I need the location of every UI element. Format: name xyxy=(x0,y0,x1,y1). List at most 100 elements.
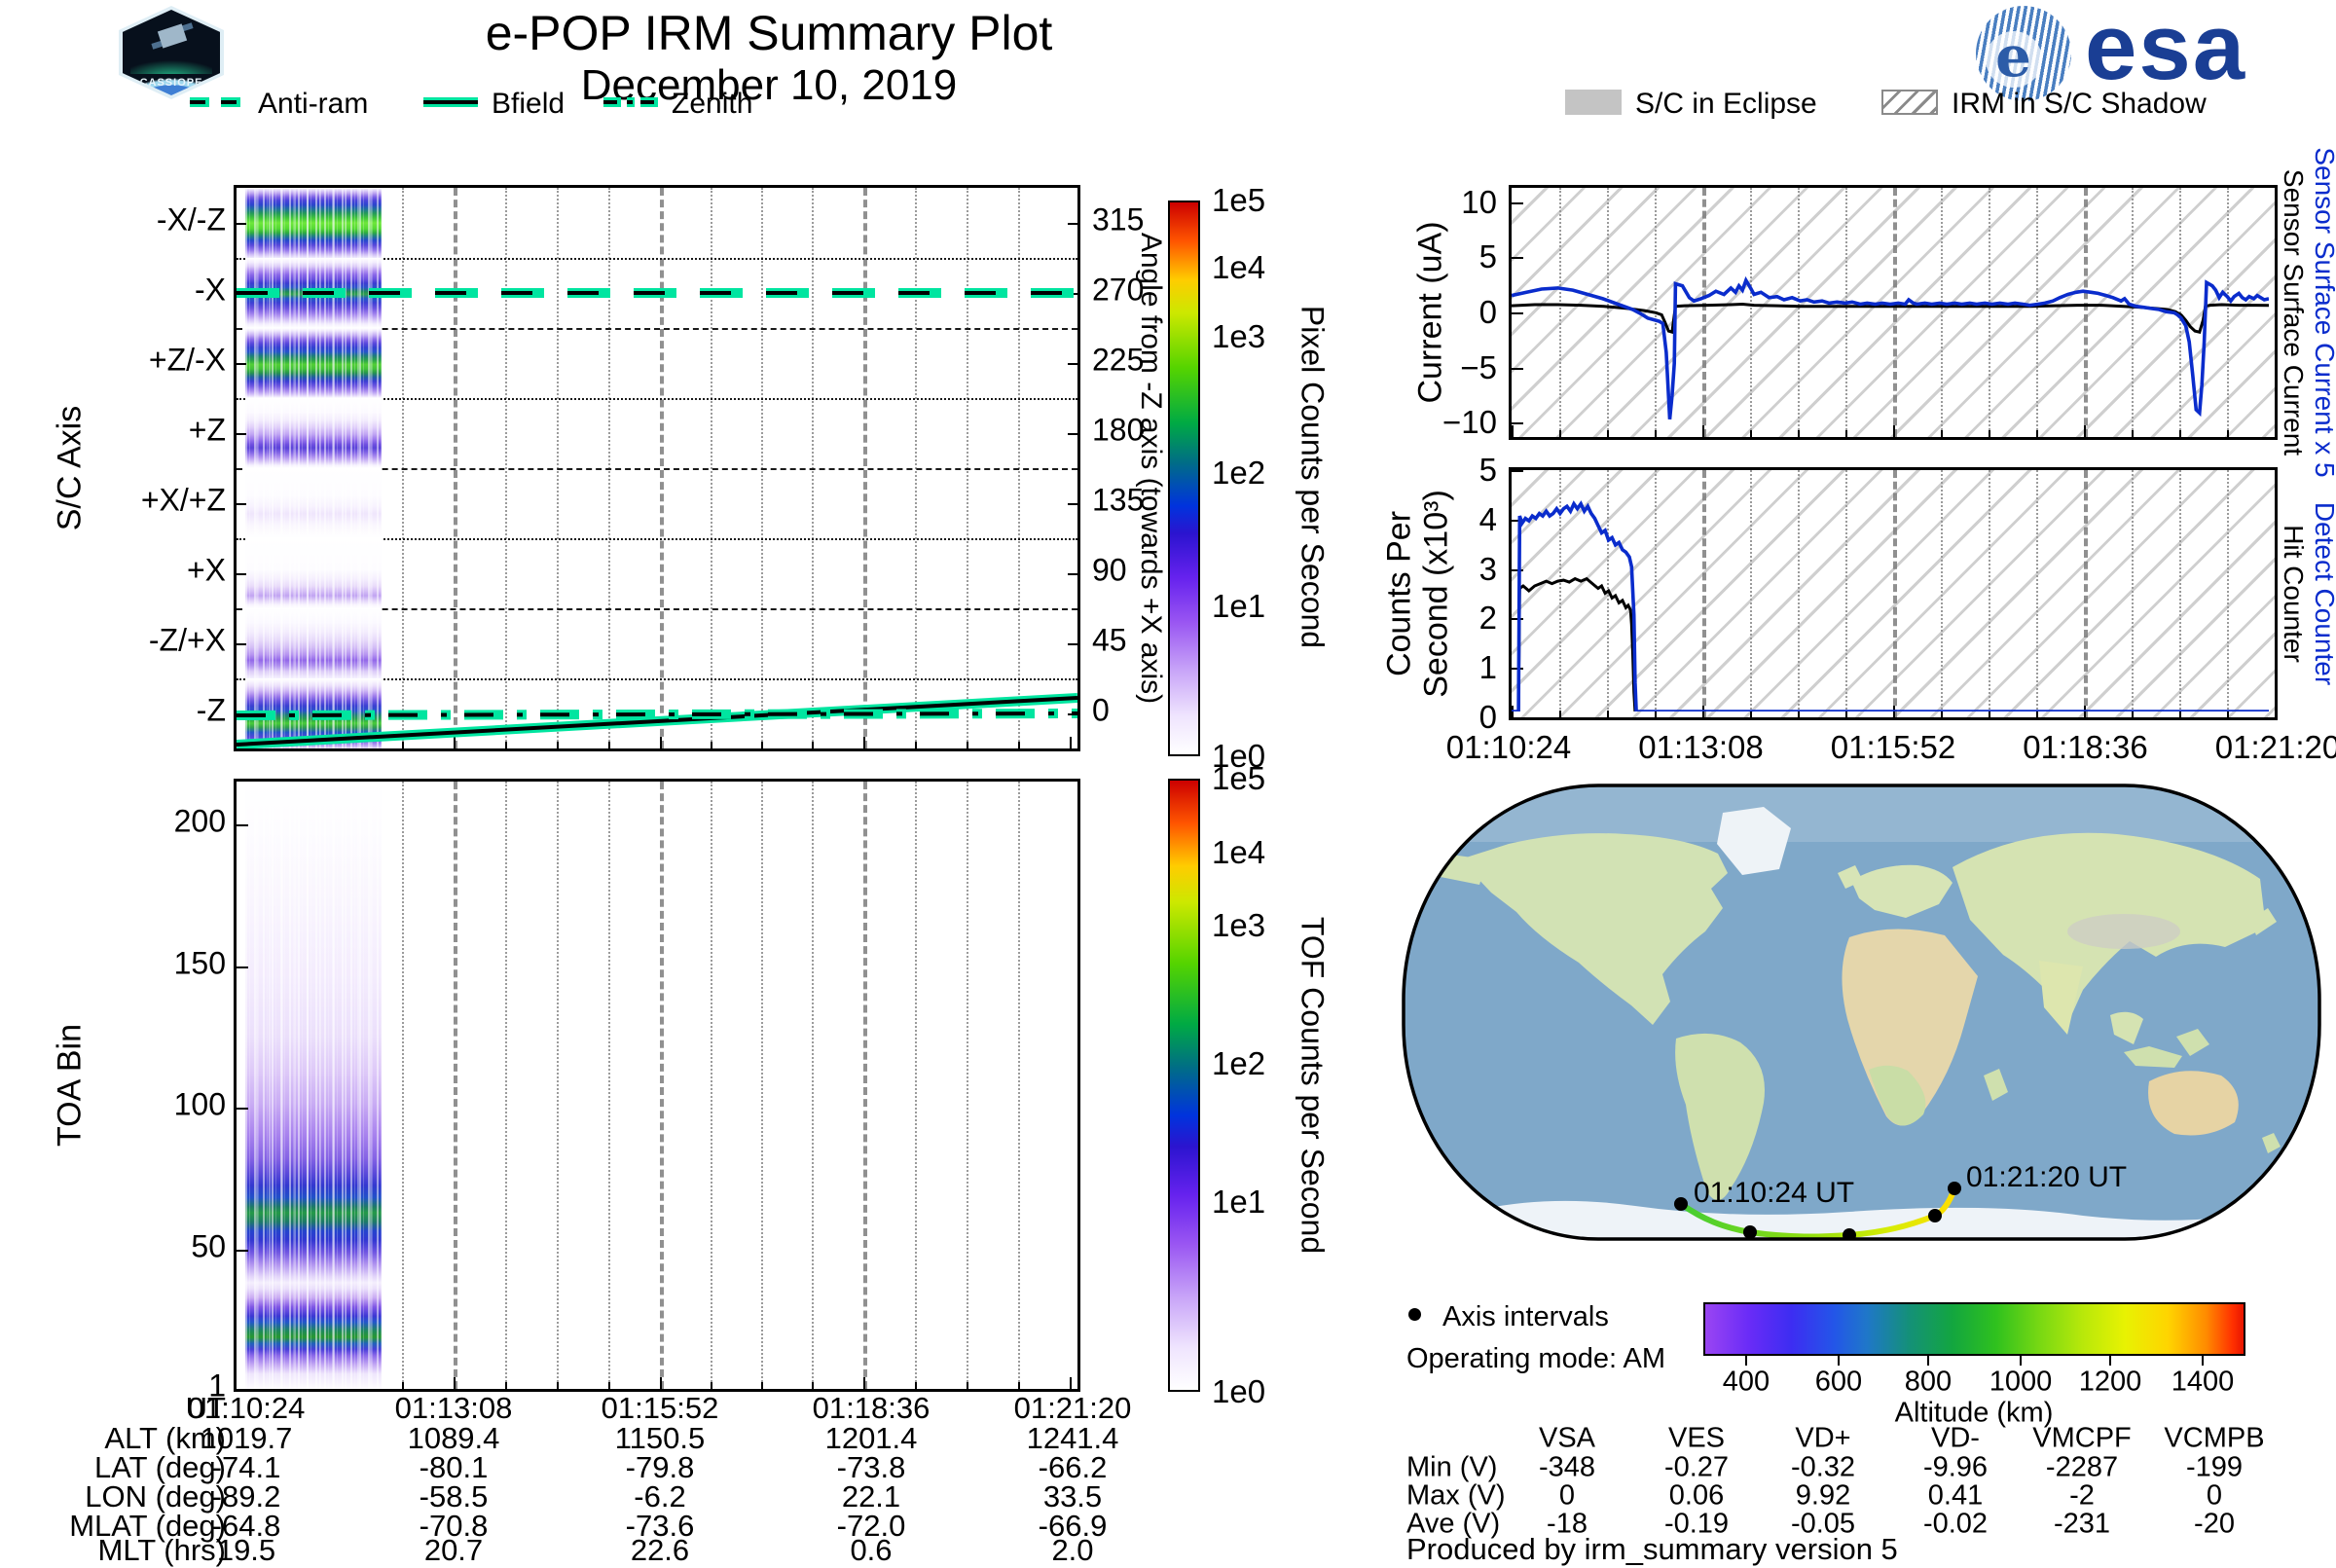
pixel-colorbar-tick-label: 1e3 xyxy=(1212,318,1266,354)
current-panel xyxy=(1509,185,2278,440)
table-cell: 20.7 xyxy=(423,1533,484,1567)
angle-tick-label: 180 xyxy=(1092,412,1145,448)
y-tick xyxy=(237,643,246,645)
page-title: e-POP IRM Summary Plot xyxy=(485,6,1053,60)
x-minor-tick xyxy=(1655,430,1657,437)
counts-ylabel-line2: Second (x10³) xyxy=(1417,490,1455,698)
angle-tick xyxy=(1068,503,1077,505)
minor-gridline xyxy=(504,782,507,1389)
y-tick xyxy=(237,433,246,435)
axis-intervals-dot-icon xyxy=(1408,1308,1421,1321)
angle-tick-label: 45 xyxy=(1092,622,1127,658)
sc-axis-ylabel: S/C Axis xyxy=(51,405,89,531)
x-major-tick xyxy=(2275,706,2277,717)
x-minor-tick xyxy=(2227,711,2229,717)
angle-tick xyxy=(1068,293,1077,295)
x-minor-tick xyxy=(2179,711,2181,717)
spectrogram-data-block xyxy=(245,328,382,398)
minor-gridline xyxy=(966,782,968,1389)
x-minor-tick xyxy=(556,742,559,748)
x-minor-tick xyxy=(402,742,405,748)
minor-gridline xyxy=(711,782,713,1389)
altitude-tick-label: 1400 xyxy=(2171,1366,2235,1398)
counts-ytick-label: 1 xyxy=(1478,649,1497,685)
axis-intervals-label: Axis intervals xyxy=(1442,1301,1609,1332)
voltage-cell: -18 xyxy=(1547,1508,1588,1540)
right-time-axis-label: 01:21:20 xyxy=(2214,729,2336,765)
satellite-icon xyxy=(157,23,188,49)
minor-gridline xyxy=(761,782,764,1389)
tof-colorbar-tick-label: 1e0 xyxy=(1212,1373,1266,1409)
x-minor-tick xyxy=(1941,711,1943,717)
right-time-axis-label: 01:18:36 xyxy=(2023,729,2148,765)
x-minor-tick xyxy=(711,742,713,748)
tof-colorbar-tick-label: 1e4 xyxy=(1212,834,1266,870)
voltage-cell: -0.05 xyxy=(1790,1508,1856,1540)
y-tick xyxy=(237,1250,248,1253)
spectrogram-data-block xyxy=(245,258,382,328)
altitude-tick-label: 1000 xyxy=(1989,1366,2053,1398)
zenith-line-icon xyxy=(603,97,658,107)
sc-axis-row-label: -X/-Z xyxy=(156,201,226,237)
x-major-tick xyxy=(1070,1377,1073,1389)
altitude-tick xyxy=(2020,1356,2022,1366)
current-right-label-black: Sensor Surface Current xyxy=(2279,168,2309,456)
voltage-column-header: VD+ xyxy=(1795,1422,1851,1454)
track-end-label: 01:21:20 UT xyxy=(1966,1161,2128,1193)
shadow-swatch-icon xyxy=(1881,90,1938,115)
epop-irm-summary-page: { "header": { "title": "e-POP IRM Summar… xyxy=(0,0,2336,1567)
x-minor-tick xyxy=(1941,430,1943,437)
sc-axis-row-label: +Z/-X xyxy=(148,342,226,378)
x-minor-tick xyxy=(2132,430,2134,437)
shadow-legend: S/C in Eclipse IRM in S/C Shadow xyxy=(1557,86,2297,120)
y-tick xyxy=(237,823,248,826)
y-tick xyxy=(237,713,246,715)
current-ytick-label: 5 xyxy=(1478,238,1497,274)
tof-colorbar-tick-label: 1e1 xyxy=(1212,1184,1266,1220)
y-tick xyxy=(237,293,246,295)
y-tick xyxy=(237,503,246,505)
right-time-axis-label: 01:10:24 xyxy=(1445,729,1572,765)
x-minor-tick xyxy=(1655,711,1657,717)
voltage-column-header: VMCPF xyxy=(2032,1422,2132,1454)
tof-colorbar-tick-label: 1e2 xyxy=(1212,1045,1266,1081)
x-major-tick xyxy=(862,737,865,748)
voltage-column-header: VD- xyxy=(1931,1422,1980,1454)
tof-counts-colorbar xyxy=(1168,779,1200,1392)
x-minor-tick xyxy=(2179,430,2181,437)
x-minor-tick xyxy=(607,742,610,748)
x-minor-tick xyxy=(1559,711,1561,717)
x-minor-tick xyxy=(2132,711,2134,717)
legend-shadow-label: IRM in S/C Shadow xyxy=(1952,88,2207,120)
x-minor-tick xyxy=(504,742,507,748)
x-minor-tick xyxy=(1017,1382,1020,1389)
x-major-tick xyxy=(453,737,456,748)
orientation-legend: Anti-ram Bfield Zenith xyxy=(185,86,752,120)
x-major-tick xyxy=(659,737,662,748)
toa-ytick-label: 200 xyxy=(173,803,226,839)
counts-ylabel-line1: Counts Per xyxy=(1380,510,1418,677)
pixel-colorbar-tick-label: 1e4 xyxy=(1212,249,1266,285)
angle-tick xyxy=(1068,363,1077,365)
x-minor-tick xyxy=(914,742,917,748)
spectrogram-data-block xyxy=(245,468,382,538)
toa-ytick-label: 50 xyxy=(191,1228,226,1264)
x-minor-tick xyxy=(402,1382,405,1389)
eclipse-swatch-icon xyxy=(1565,90,1622,115)
x-minor-tick xyxy=(1989,711,1990,717)
angle-tick xyxy=(1068,573,1077,575)
altitude-tick-label: 800 xyxy=(1904,1366,1953,1398)
toa-ylabel: TOA Bin xyxy=(51,1024,89,1147)
minor-gridline xyxy=(1017,782,1020,1389)
angle-tick-label: 0 xyxy=(1092,692,1110,728)
sc-axis-row-label: +X xyxy=(186,552,226,588)
sc-axis-row-label: -Z xyxy=(196,692,226,728)
altitude-tick xyxy=(1745,1356,1747,1366)
x-minor-tick xyxy=(1989,430,1990,437)
x-minor-tick xyxy=(761,1382,764,1389)
table-cell: 2.0 xyxy=(1051,1533,1094,1567)
sc-axis-panel xyxy=(234,185,1080,751)
table-cell: 19.5 xyxy=(216,1533,276,1567)
current-ytick-label: 0 xyxy=(1478,294,1497,330)
major-gridline xyxy=(862,782,867,1389)
